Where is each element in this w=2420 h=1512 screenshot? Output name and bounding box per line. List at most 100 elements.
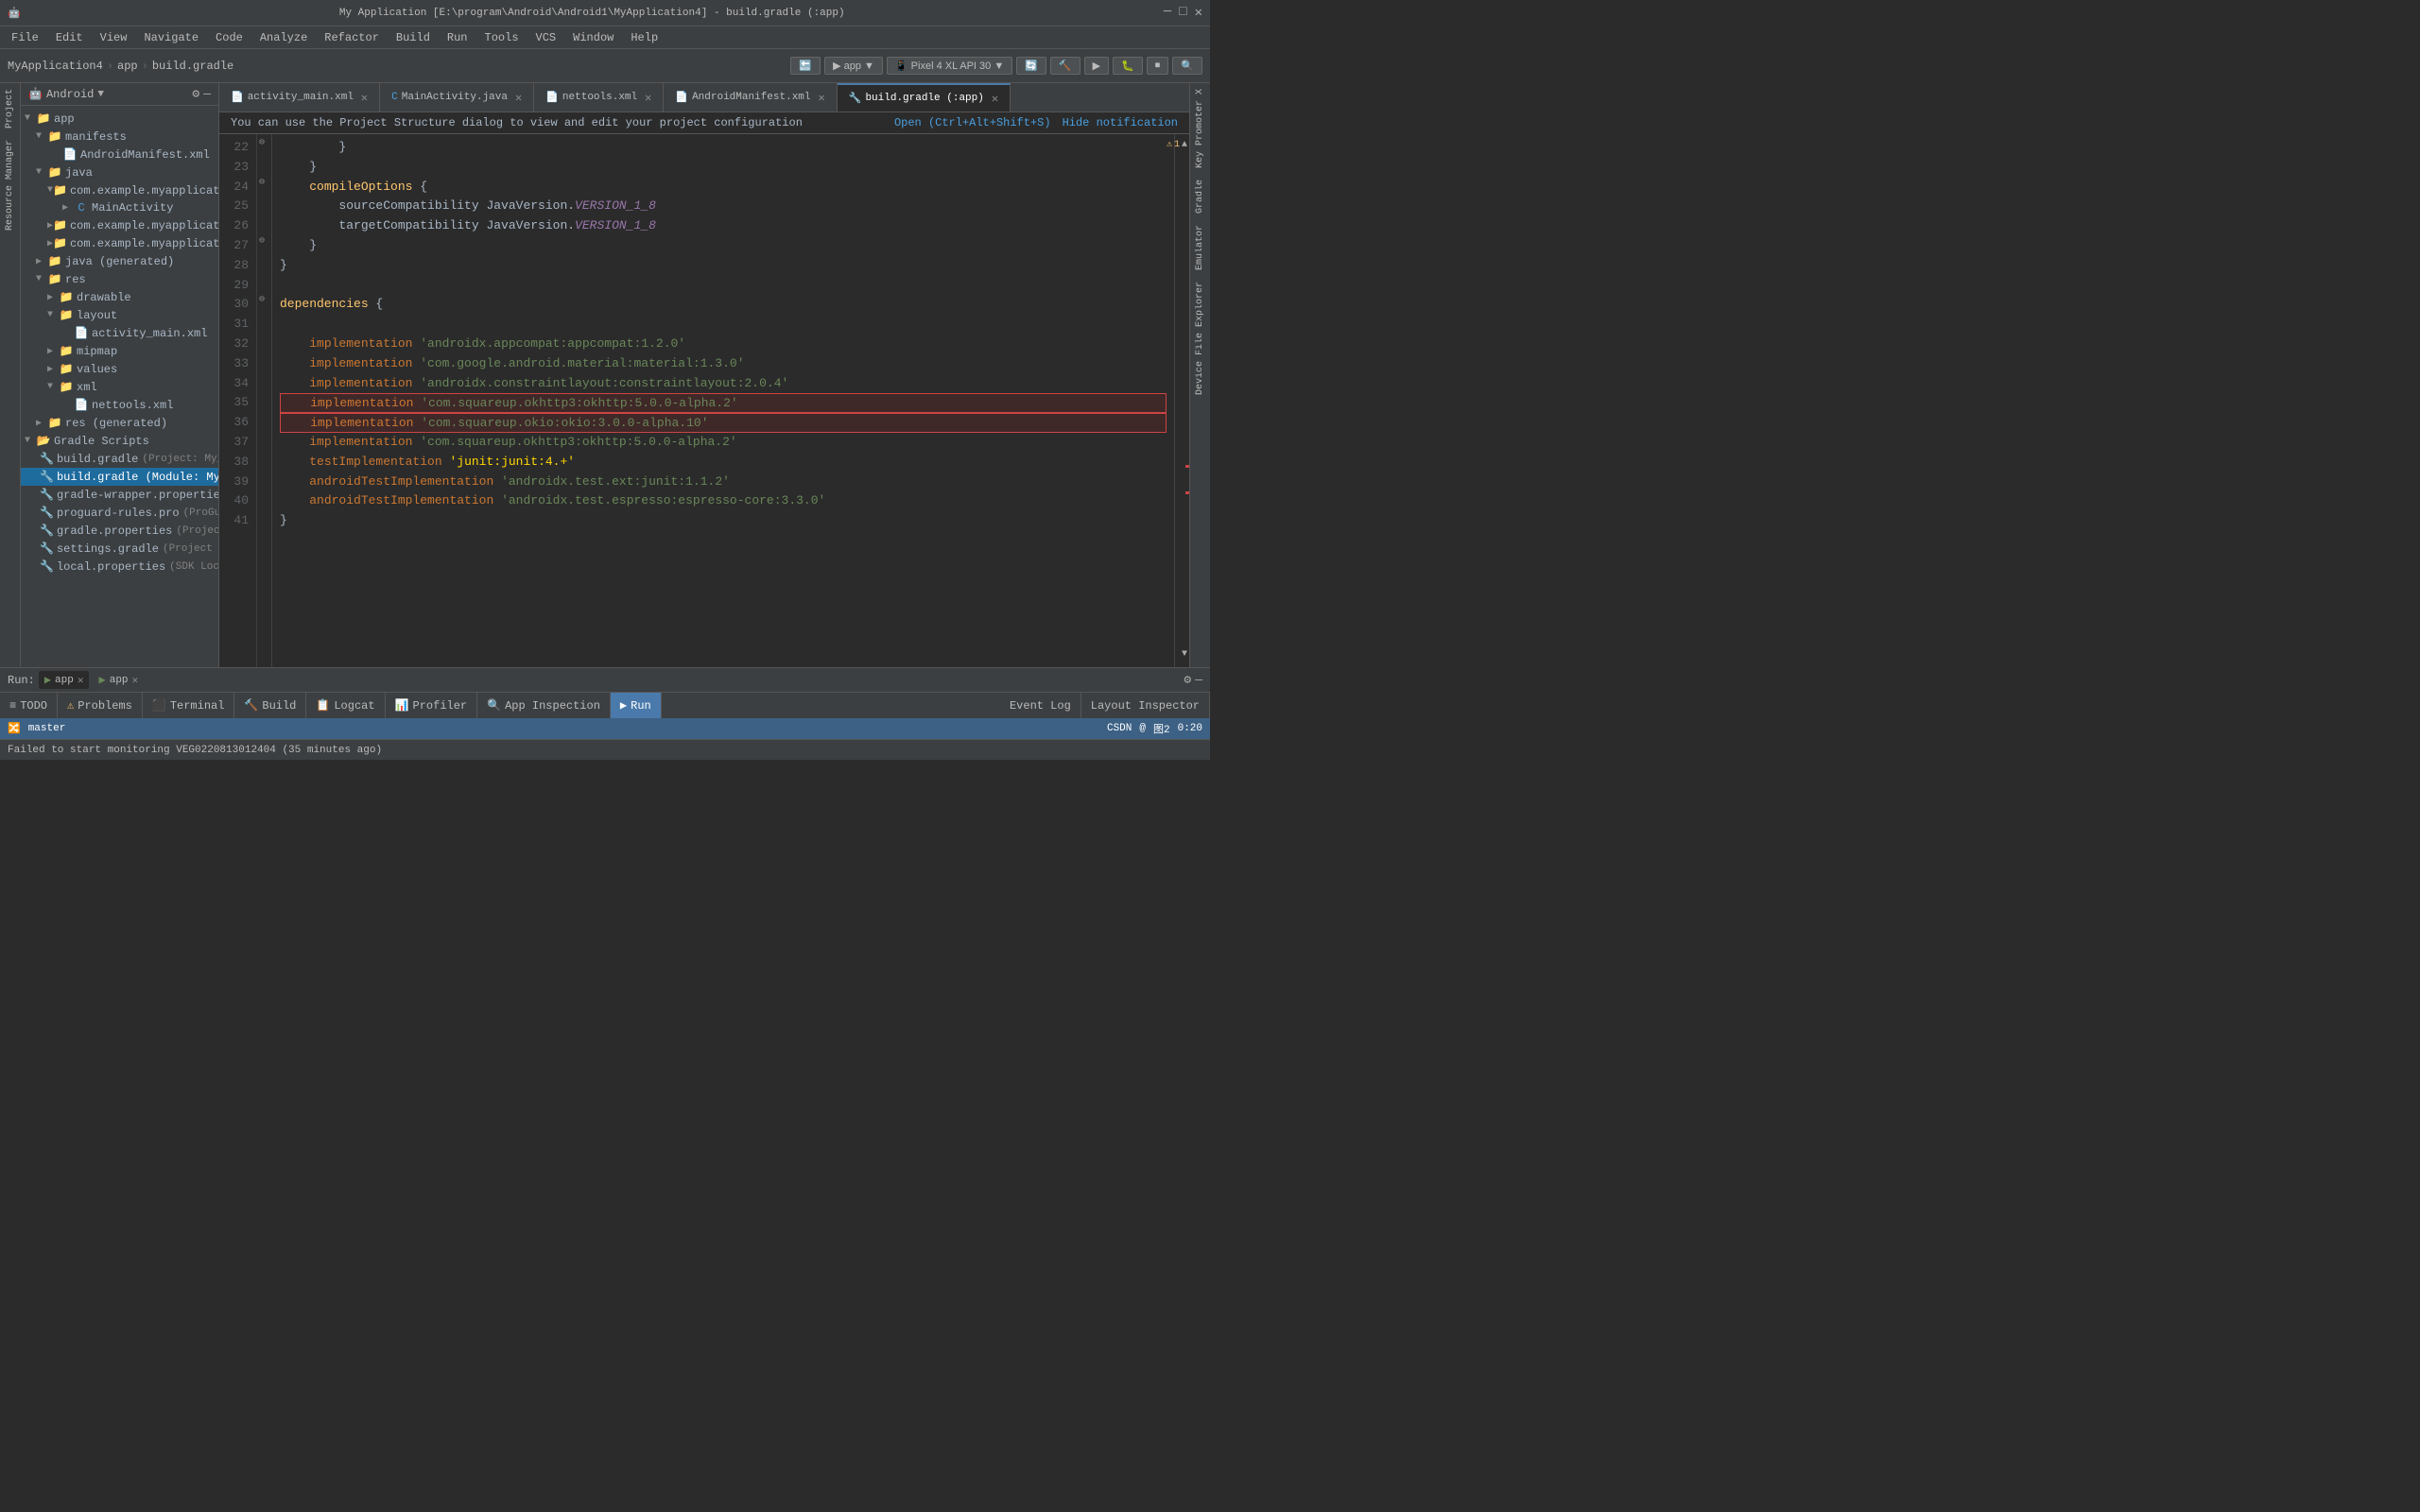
tree-item-mipmap[interactable]: ▶ 📁 mipmap bbox=[21, 342, 218, 360]
tree-item-mainactivity[interactable]: ▶ C MainActivity bbox=[21, 199, 218, 216]
status-tab-layout-inspector[interactable]: Layout Inspector bbox=[1081, 693, 1210, 719]
run-config-button[interactable]: ▶ app ▼ bbox=[824, 57, 883, 75]
code-line-29 bbox=[280, 276, 1167, 296]
tree-item-java-generated[interactable]: ▶ 📁 java (generated) bbox=[21, 252, 218, 270]
menu-run[interactable]: Run bbox=[440, 29, 475, 46]
run-tab-app-1[interactable]: ▶ app ✕ bbox=[39, 671, 90, 689]
project-sidebar-tab[interactable]: Project bbox=[3, 83, 17, 134]
tab-mainactivity[interactable]: C MainActivity.java ✕ bbox=[380, 83, 534, 112]
build-button[interactable]: 🔨 bbox=[1050, 57, 1080, 75]
tree-item-res[interactable]: ▼ 📁 res bbox=[21, 270, 218, 288]
tree-item-build-gradle-project[interactable]: 🔧 build.gradle (Project: My_Application) bbox=[21, 450, 218, 468]
notification-hide-button[interactable]: Hide notification bbox=[1063, 116, 1178, 129]
close-run-tab-2[interactable]: ✕ bbox=[132, 674, 139, 687]
run-tab-app-2[interactable]: ▶ app ✕ bbox=[93, 671, 144, 689]
status-tab-build[interactable]: 🔨 Build bbox=[234, 693, 306, 719]
status-tab-terminal[interactable]: ⬛ Terminal bbox=[143, 693, 235, 719]
status-tab-event-log[interactable]: Event Log bbox=[1000, 693, 1081, 719]
tree-item-drawable[interactable]: ▶ 📁 drawable bbox=[21, 288, 218, 306]
device-file-explorer-tab[interactable]: Device File Explorer bbox=[1193, 276, 1207, 401]
tree-item-androidmanifest[interactable]: 📄 AndroidManifest.xml bbox=[21, 146, 218, 163]
folder-icon: 📁 bbox=[47, 129, 62, 144]
title-bar-left: 🤖 bbox=[8, 7, 21, 20]
tree-item-package-test[interactable]: ▶ 📁 com.example.myapplication (test) bbox=[21, 234, 218, 252]
run-button[interactable]: ▶ bbox=[1084, 57, 1109, 75]
sync-button[interactable]: 🔄 bbox=[1016, 57, 1046, 75]
tree-item-gradle-properties[interactable]: 🔧 gradle.properties (Project Properties) bbox=[21, 522, 218, 540]
close-run-tab-1[interactable]: ✕ bbox=[78, 674, 84, 687]
close-tab-nettools[interactable]: ✕ bbox=[645, 91, 651, 105]
gradle-file-icon: 🔧 bbox=[40, 470, 54, 484]
resource-manager-tab[interactable]: Resource Manager bbox=[3, 134, 17, 236]
breadcrumb-app[interactable]: app bbox=[117, 60, 138, 73]
search-button[interactable]: 🔍 bbox=[1172, 57, 1202, 75]
code-content[interactable]: } } compileOptions { sourceCompatibility… bbox=[272, 134, 1174, 667]
tree-item-res-generated[interactable]: ▶ 📁 res (generated) bbox=[21, 414, 218, 432]
close-panel-icon[interactable]: — bbox=[203, 87, 211, 101]
tree-item-manifests[interactable]: ▼ 📁 manifests bbox=[21, 128, 218, 146]
tree-item-settings-gradle[interactable]: 🔧 settings.gradle (Project Settings) bbox=[21, 540, 218, 558]
tree-item-gradle-wrapper[interactable]: 🔧 gradle-wrapper.properties (Gradle Vers… bbox=[21, 486, 218, 504]
folder-icon: 📁 bbox=[47, 416, 62, 430]
status-tab-app-inspection[interactable]: 🔍 App Inspection bbox=[477, 693, 611, 719]
code-editor[interactable]: 22 23 24 25 26 27 28 29 30 31 32 33 34 3… bbox=[219, 134, 1189, 667]
debug-button[interactable]: 🐛 bbox=[1113, 57, 1143, 75]
notification-open-link[interactable]: Open (Ctrl+Alt+Shift+S) bbox=[894, 116, 1051, 129]
menu-edit[interactable]: Edit bbox=[48, 29, 91, 46]
status-tab-profiler[interactable]: 📊 Profiler bbox=[386, 693, 478, 719]
folder-icon: 📁 bbox=[53, 236, 67, 250]
tab-build-gradle[interactable]: 🔧 build.gradle (:app) ✕ bbox=[838, 83, 1011, 112]
minimize-bottom-icon[interactable]: — bbox=[1195, 673, 1202, 687]
status-tab-logcat[interactable]: 📋 Logcat bbox=[306, 693, 385, 719]
menu-tools[interactable]: Tools bbox=[477, 29, 527, 46]
tree-item-package-main[interactable]: ▼ 📁 com.example.myapplication bbox=[21, 181, 218, 199]
emulator-tab[interactable]: Emulator bbox=[1193, 219, 1207, 276]
tree-item-activity-main[interactable]: 📄 activity_main.xml bbox=[21, 324, 218, 342]
tree-item-xml[interactable]: ▼ 📁 xml bbox=[21, 378, 218, 396]
status-tab-problems[interactable]: ⚠ Problems bbox=[58, 693, 143, 719]
tab-activity-main[interactable]: 📄 activity_main.xml ✕ bbox=[219, 83, 380, 112]
key-promoter-tab[interactable]: Key Promoter X bbox=[1193, 83, 1207, 174]
tree-item-local-properties[interactable]: 🔧 local.properties (SDK Location) bbox=[21, 558, 218, 576]
stop-button[interactable]: ⏹ bbox=[1147, 57, 1169, 75]
close-tab-activity-main[interactable]: ✕ bbox=[361, 91, 368, 105]
device-button[interactable]: 📱 Pixel 4 XL API 30 ▼ bbox=[887, 57, 1012, 75]
tree-item-proguard[interactable]: 🔧 proguard-rules.pro (ProGuard Rules for… bbox=[21, 504, 218, 522]
menu-file[interactable]: File bbox=[4, 29, 46, 46]
menu-vcs[interactable]: VCS bbox=[528, 29, 564, 46]
tree-item-package-androidtest[interactable]: ▶ 📁 com.example.myapplication (androidTe… bbox=[21, 216, 218, 234]
menu-build[interactable]: Build bbox=[389, 29, 438, 46]
breadcrumb-file[interactable]: build.gradle bbox=[152, 60, 233, 73]
settings-icon[interactable]: ⚙ bbox=[1184, 673, 1191, 687]
code-line-36: implementation 'com.squareup.okio:okio:3… bbox=[280, 413, 1167, 433]
minimize-button[interactable]: ─ bbox=[1164, 5, 1171, 21]
tree-item-java[interactable]: ▼ 📁 java bbox=[21, 163, 218, 181]
status-tab-todo[interactable]: ≡ TODO bbox=[0, 693, 58, 719]
status-tab-run[interactable]: ▶ Run bbox=[611, 693, 662, 719]
menu-refactor[interactable]: Refactor bbox=[317, 29, 387, 46]
menu-view[interactable]: View bbox=[93, 29, 135, 46]
file-tree: ▼ 📁 app ▼ 📁 manifests 📄 AndroidManifest.… bbox=[21, 106, 218, 667]
tab-nettools[interactable]: 📄 nettools.xml ✕ bbox=[534, 83, 664, 112]
menu-window[interactable]: Window bbox=[565, 29, 621, 46]
settings-icon[interactable]: ⚙ bbox=[192, 87, 199, 101]
gradle-tab[interactable]: Gradle bbox=[1193, 174, 1207, 219]
tree-item-app[interactable]: ▼ 📁 app bbox=[21, 110, 218, 128]
breadcrumb-root[interactable]: MyApplication4 bbox=[8, 60, 103, 73]
tree-item-layout[interactable]: ▼ 📁 layout bbox=[21, 306, 218, 324]
close-tab-androidmanifest[interactable]: ✕ bbox=[819, 91, 825, 105]
tree-item-nettools[interactable]: 📄 nettools.xml bbox=[21, 396, 218, 414]
tree-item-build-gradle-app[interactable]: 🔧 build.gradle (Module: My_Application.a… bbox=[21, 468, 218, 486]
back-button[interactable]: 🔙 bbox=[790, 57, 821, 75]
maximize-button[interactable]: □ bbox=[1179, 5, 1186, 21]
tab-androidmanifest[interactable]: 📄 AndroidManifest.xml ✕ bbox=[664, 83, 837, 112]
menu-code[interactable]: Code bbox=[208, 29, 251, 46]
close-button[interactable]: ✕ bbox=[1195, 5, 1202, 21]
menu-analyze[interactable]: Analyze bbox=[252, 29, 315, 46]
menu-help[interactable]: Help bbox=[623, 29, 666, 46]
tree-item-gradle-scripts[interactable]: ▼ 📂 Gradle Scripts bbox=[21, 432, 218, 450]
menu-navigate[interactable]: Navigate bbox=[136, 29, 206, 46]
tree-item-values[interactable]: ▶ 📁 values bbox=[21, 360, 218, 378]
close-tab-build-gradle[interactable]: ✕ bbox=[992, 92, 998, 106]
close-tab-mainactivity[interactable]: ✕ bbox=[515, 91, 522, 105]
